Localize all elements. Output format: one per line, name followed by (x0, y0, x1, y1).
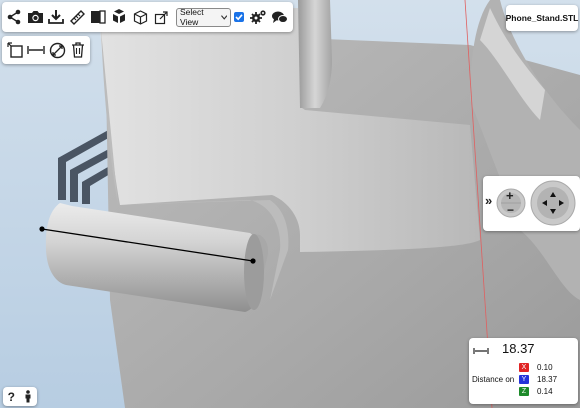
file-name-label: Phone_Stand.STL (506, 5, 578, 31)
ruler-icon[interactable] (67, 6, 87, 28)
distance-on-label: Distance on (472, 375, 515, 384)
help-button[interactable]: ? (8, 390, 15, 404)
box-icon[interactable] (130, 6, 150, 28)
chevron-down-icon (220, 14, 227, 20)
measure-distance-icon[interactable] (26, 39, 46, 61)
popout-icon[interactable] (151, 6, 171, 28)
navigation-panel: » + − (483, 176, 580, 231)
bounding-box-icon[interactable] (5, 39, 25, 61)
diameter-icon[interactable] (47, 39, 67, 61)
axis-y-row: Y 18.37 (519, 374, 557, 384)
axis-y-badge: Y (519, 374, 529, 384)
file-name: Phone_Stand.STL (505, 13, 579, 23)
measurement-value: 18.37 (502, 341, 535, 356)
zoom-in-button[interactable]: + (506, 188, 514, 203)
expand-panel-button[interactable]: » (485, 193, 492, 208)
download-icon[interactable] (46, 6, 66, 28)
share-icon[interactable] (4, 6, 24, 28)
select-view-label: Select View (180, 7, 204, 27)
measurement-panel: 18.37 Distance on X 0.10 Y 18.37 Z 0.14 (469, 338, 578, 404)
gears-icon[interactable] (248, 6, 268, 28)
measure-toolbar (2, 36, 90, 64)
axis-x-value: 0.10 (537, 362, 553, 372)
axis-z-row: Z 0.14 (519, 386, 553, 396)
main-toolbar: Select View (2, 2, 293, 32)
distance-icon (473, 348, 489, 354)
axis-x-badge: X (519, 362, 529, 372)
help-panel: ? (3, 387, 37, 406)
explode-icon[interactable] (109, 6, 129, 28)
top-post (298, 0, 332, 108)
view-checkbox[interactable] (234, 12, 244, 22)
measure-point-start[interactable] (39, 226, 45, 232)
pan-control[interactable] (530, 180, 576, 226)
person-icon[interactable] (24, 390, 32, 403)
measure-point-end[interactable] (250, 258, 256, 264)
trash-icon[interactable] (68, 39, 88, 61)
check-icon (235, 14, 243, 21)
chat-icon[interactable] (269, 6, 289, 28)
cylinder-end (244, 234, 264, 310)
axis-z-badge: Z (519, 386, 529, 396)
axis-x-row: X 0.10 (519, 362, 553, 372)
zoom-out-button[interactable]: − (507, 203, 514, 217)
camera-icon[interactable] (25, 6, 45, 28)
axis-z-value: 0.14 (537, 386, 553, 396)
section-icon[interactable] (88, 6, 108, 28)
select-view-dropdown[interactable]: Select View (176, 7, 231, 27)
axis-y-value: 18.37 (537, 374, 558, 384)
